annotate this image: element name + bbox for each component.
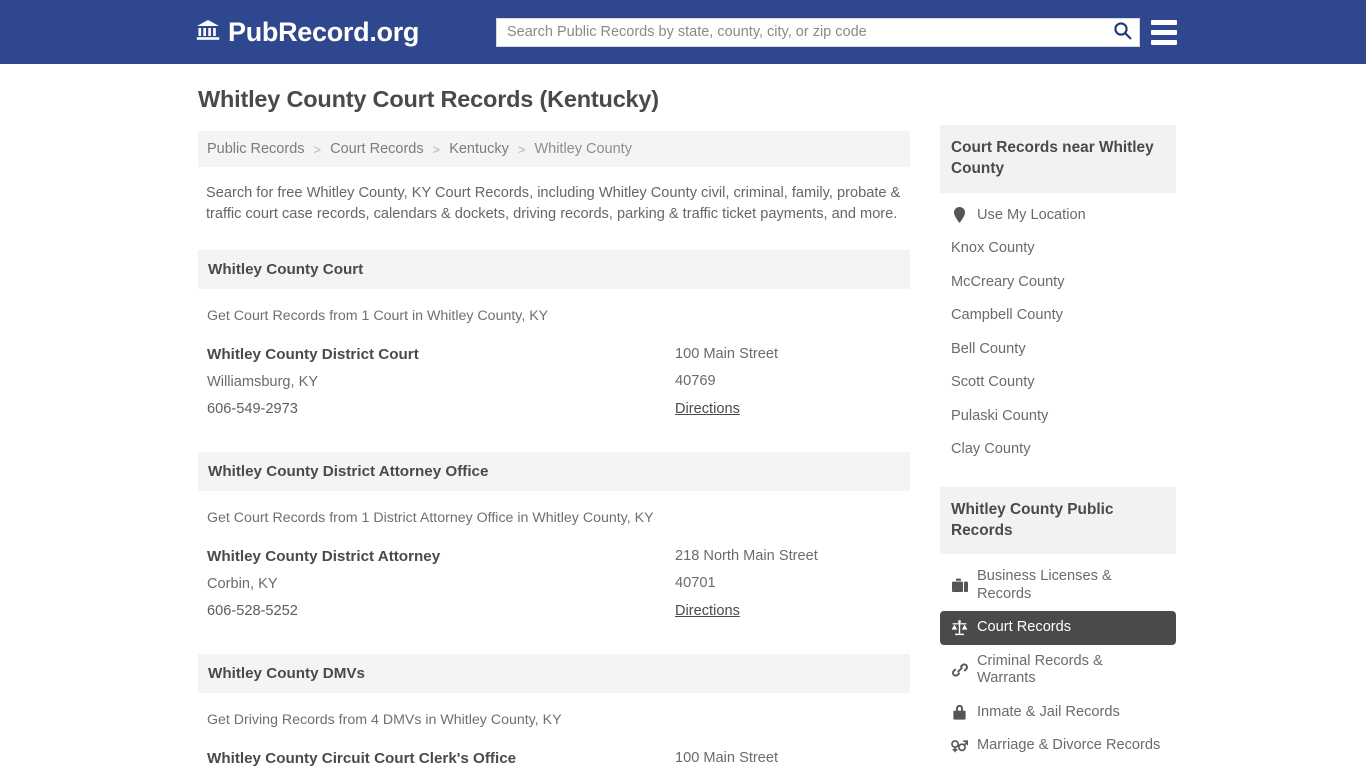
section-subtitle: Get Court Records from 1 District Attorn… (207, 509, 654, 526)
sidebar-record-item-label: Criminal Records & Warrants (977, 652, 1103, 687)
listing-left-column: Whitley County District Court Williamsbur… (207, 346, 675, 428)
listing-row: Whitley County District Court Williamsbur… (207, 346, 901, 428)
sidebar-record-item[interactable]: Property Records (940, 763, 1176, 768)
listing-phone: 606-549-2973 (207, 400, 298, 417)
sidebar-nearby-item-label: McCreary County (951, 273, 1065, 290)
listing-right-column: 218 North Main Street 40701 Directions (675, 548, 901, 630)
listing-street: 218 North Main Street (675, 547, 818, 564)
directions-link[interactable]: Directions (675, 401, 740, 417)
nearby-counties-box: Court Records near Whitley County Use My… (940, 125, 1176, 467)
search-button[interactable] (1105, 19, 1139, 46)
listing-left-column: Whitley County Circuit Court Clerk's Off… (207, 750, 675, 768)
sidebar-nearby-item-label: Clay County (951, 441, 1031, 457)
sidebar-nearby-item[interactable]: Clay County (940, 433, 1176, 467)
sidebar-nearby-item[interactable]: Campbell County (940, 299, 1176, 333)
sidebar-record-item-label: Inmate & Jail Records (977, 703, 1120, 720)
sidebar-nearby-item-label: Use My Location (977, 206, 1086, 223)
hamburger-bar (1151, 39, 1177, 45)
sidebar-record-item[interactable]: Business Licenses & Records (940, 560, 1176, 611)
section-subtitle: Get Driving Records from 4 DMVs in Whitl… (207, 711, 562, 728)
breadcrumb: Public Records > Court Records > Kentucky > Wh… (198, 131, 910, 167)
breadcrumb-item-2[interactable]: Court Records (330, 141, 423, 157)
sidebar-nearby-item[interactable]: Use My Location (940, 199, 1176, 233)
listing-name: Whitley County Circuit Court Clerk's Off… (207, 749, 517, 767)
handcuffs-icon (951, 662, 968, 678)
breadcrumb-item-4: Whitley County (534, 141, 632, 157)
search-icon (1113, 21, 1132, 43)
scales-icon (951, 619, 968, 636)
sidebar-record-item[interactable]: Marriage & Divorce Records (940, 729, 1176, 763)
listing-city-state: Williamsburg, KY (207, 373, 319, 390)
page-intro-text: Search for free Whitley County, KY Court… (206, 185, 901, 223)
sidebar-record-item[interactable]: Criminal Records & Warrants (940, 645, 1176, 696)
sidebar-nearby-item-label: Bell County (951, 340, 1026, 357)
hamburger-menu-icon[interactable] (1151, 19, 1177, 45)
listing-row: Whitley County Circuit Court Clerk's Off… (207, 750, 901, 768)
listing-row: Whitley County District Attorney Corbin, … (207, 548, 901, 630)
sidebar-record-item-label: Court Records (977, 619, 1072, 635)
main-content: Whitley County Court Records (Kentucky) … (198, 86, 910, 768)
briefcase-icon (951, 578, 968, 594)
hamburger-bar (1151, 19, 1177, 25)
records-section: Whitley County DMVs Get Driving Records f… (198, 653, 910, 768)
sidebar-nearby-item-label: Campbell County (951, 307, 1063, 323)
sidebar-nearby-item-label: Knox County (951, 240, 1035, 256)
listing-zip: 40701 (675, 574, 716, 591)
breadcrumb-separator: > (432, 141, 441, 157)
page-title: Whitley County Court Records (Kentucky) (198, 86, 659, 112)
directions-link[interactable]: Directions (675, 603, 740, 619)
site-logo-link[interactable]: PubRecord.org (196, 17, 419, 48)
listing-right-column: 100 Main Street40769Directions (675, 750, 901, 768)
listing-left-column: Whitley County District Attorney Corbin, … (207, 548, 675, 630)
sidebar-nearby-item[interactable]: Bell County (940, 333, 1176, 367)
listing-name: Whitley County District Attorney (207, 547, 441, 565)
breadcrumb-separator: > (313, 141, 322, 157)
listing-phone: 606-528-5252 (207, 602, 298, 619)
listing-zip: 40769 (675, 372, 716, 389)
sidebar-nearby-item-label: Pulaski County (951, 407, 1049, 424)
site-logo-text: PubRecord.org (228, 16, 420, 47)
gender-symbols-icon (951, 738, 968, 754)
section-subtitle: Get Court Records from 1 Court in Whitle… (207, 307, 549, 324)
search-input[interactable] (497, 18, 1105, 46)
sidebar-record-item[interactable]: Inmate & Jail Records (940, 696, 1176, 730)
sidebar-nearby-item[interactable]: McCreary County (940, 266, 1176, 300)
sidebar-nearby-item[interactable]: Knox County (940, 232, 1176, 266)
nearby-counties-heading: Court Records near Whitley County (940, 125, 1176, 193)
section-heading: Whitley County Court (198, 249, 910, 289)
records-section: Whitley County Court Get Court Records fr… (198, 249, 910, 428)
listing-right-column: 100 Main Street 40769 Directions (675, 346, 901, 428)
sidebar-nearby-item-label: Scott County (951, 374, 1035, 390)
breadcrumb-item-1[interactable]: Public Records (207, 141, 305, 157)
nearby-counties-list: Use My Location Knox County McCreary Count… (940, 193, 1176, 467)
map-pin-icon (951, 207, 968, 224)
section-heading: Whitley County District Attorney Office (198, 451, 910, 491)
page-body: Whitley County Court Records (Kentucky) … (0, 64, 1366, 768)
breadcrumb-separator: > (517, 141, 526, 157)
listing-street: 100 Main Street (675, 749, 779, 766)
lock-icon (951, 704, 968, 720)
sidebar-record-item[interactable]: Court Records (940, 611, 1176, 645)
sidebar-record-item-label: Business Licenses & Records (977, 568, 1112, 602)
public-records-box: Whitley County Public Records Business L… (940, 486, 1176, 768)
site-header: PubRecord.org (0, 0, 1366, 64)
section-heading: Whitley County DMVs (198, 653, 910, 693)
sidebar-nearby-item[interactable]: Scott County (940, 366, 1176, 400)
listing-street: 100 Main Street (675, 345, 779, 362)
listing-city-state: Corbin, KY (207, 575, 278, 592)
breadcrumb-item-3[interactable]: Kentucky (449, 141, 509, 157)
bank-icon (196, 17, 220, 48)
sections-container: Whitley County Court Get Court Records fr… (198, 249, 910, 768)
public-records-list: Business Licenses & Records Court Records… (940, 554, 1176, 768)
hamburger-bar (1151, 29, 1177, 35)
sidebar-nearby-item[interactable]: Pulaski County (940, 400, 1176, 434)
listing-name: Whitley County District Court (207, 345, 419, 363)
sidebar-record-item-label: Marriage & Divorce Records (977, 737, 1161, 753)
sidebar: Court Records near Whitley County Use My… (940, 86, 1176, 768)
search-bar (496, 17, 1140, 47)
public-records-heading: Whitley County Public Records (940, 486, 1176, 554)
records-section: Whitley County District Attorney Office G… (198, 451, 910, 630)
